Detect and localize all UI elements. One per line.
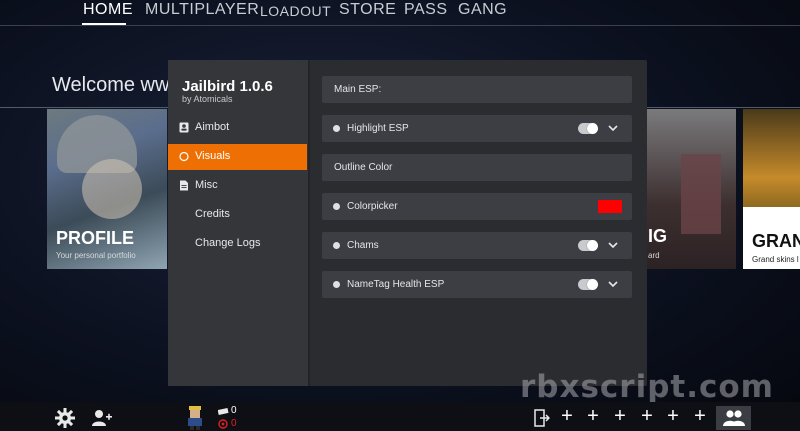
bounty-icon	[218, 419, 228, 429]
toggle-knob	[587, 279, 598, 290]
colorpicker-row[interactable]: Colorpicker	[322, 193, 632, 220]
color-swatch[interactable]	[598, 200, 622, 213]
circle-icon	[179, 151, 189, 162]
add-slot-button[interactable]: +	[662, 406, 684, 428]
add-slot-button[interactable]: +	[582, 406, 604, 428]
welcome-text: Welcome wwe	[52, 74, 181, 96]
row-label: Outline Color	[334, 162, 393, 173]
add-slot-button[interactable]: +	[636, 406, 658, 428]
profile-card-title: PROFILE	[56, 228, 135, 248]
highlight-esp-row[interactable]: Highlight ESP	[322, 115, 632, 142]
chams-toggle[interactable]	[578, 240, 598, 251]
nav-gang[interactable]: GANG	[458, 1, 507, 19]
gear-icon[interactable]	[54, 407, 76, 429]
profile-card-subtitle: Your personal portfolio	[56, 251, 136, 260]
sidebar-item-label: Aimbot	[195, 121, 230, 133]
nav-loadout[interactable]: LOADOUT	[260, 3, 331, 19]
store-card-image	[681, 154, 721, 234]
nav-home[interactable]: HOME	[83, 1, 133, 19]
grand-card-title: GRAN	[752, 231, 800, 251]
bullet-icon	[333, 281, 340, 288]
nav-divider	[0, 25, 800, 26]
sidebar-item-credits[interactable]: Credits	[168, 202, 307, 228]
sidebar-item-misc[interactable]: Misc	[168, 173, 307, 199]
store-card-title: IG	[648, 226, 668, 246]
cash-icon	[218, 408, 229, 415]
highlight-esp-toggle[interactable]	[578, 123, 598, 134]
bullet-icon	[333, 125, 340, 132]
add-friend-icon[interactable]	[92, 408, 112, 428]
jailbird-gui-window: Jailbird 1.0.6 by Atomicals Aimbot Visua…	[168, 60, 647, 386]
grand-card-image	[743, 109, 800, 207]
sidebar-item-aimbot[interactable]: Aimbot	[168, 115, 307, 141]
gui-divider	[308, 60, 310, 386]
document-icon	[180, 180, 188, 191]
section-header-main-esp: Main ESP:	[322, 76, 632, 103]
cash-value: 0	[231, 405, 237, 416]
bullet-icon	[333, 242, 340, 249]
watermark: rbxscript.com	[520, 369, 774, 405]
add-slot-button[interactable]: +	[556, 406, 578, 428]
section-header-outline-color: Outline Color	[322, 154, 632, 181]
chams-row[interactable]: Chams	[322, 232, 632, 259]
add-slot-button[interactable]: +	[609, 406, 631, 428]
gui-title: Jailbird 1.0.6	[182, 78, 273, 95]
sidebar-item-label: Credits	[195, 208, 230, 220]
soldier-face-image	[82, 159, 142, 219]
row-label: Colorpicker	[347, 201, 398, 212]
nav-pass[interactable]: PASS	[404, 1, 448, 19]
exit-icon[interactable]	[534, 409, 550, 427]
sidebar-item-label: Visuals	[195, 150, 231, 162]
chevron-down-icon[interactable]	[607, 122, 619, 134]
bounty-value: 0	[231, 418, 237, 429]
top-navigation: HOME MULTIPLAYER LOADOUT STORE PASS GANG	[0, 0, 800, 26]
chevron-down-icon[interactable]	[607, 278, 619, 290]
group-icon	[723, 410, 745, 426]
add-slot-button[interactable]: +	[689, 406, 711, 428]
gui-subtitle: by Atomicals	[182, 94, 233, 104]
team-button[interactable]	[716, 406, 751, 430]
row-label: Chams	[347, 240, 379, 251]
store-card-subtitle: ard	[648, 251, 660, 260]
sidebar-item-label: Change Logs	[195, 237, 261, 249]
row-label: Highlight ESP	[347, 123, 409, 134]
sidebar-item-label: Misc	[195, 179, 218, 191]
toggle-knob	[587, 240, 598, 251]
nav-store[interactable]: STORE	[339, 1, 396, 19]
store-card[interactable]: IG ard	[646, 109, 736, 269]
sidebar-item-change-logs[interactable]: Change Logs	[168, 231, 307, 257]
player-avatar[interactable]	[185, 406, 205, 430]
gui-sidebar: Jailbird 1.0.6 by Atomicals Aimbot Visua…	[168, 60, 308, 386]
sidebar-item-visuals[interactable]: Visuals	[168, 144, 307, 170]
row-label: NameTag Health ESP	[347, 279, 445, 290]
row-label: Main ESP:	[334, 84, 382, 95]
bullet-icon	[333, 203, 340, 210]
nav-multiplayer[interactable]: MULTIPLAYER	[145, 1, 259, 19]
grand-card[interactable]: GRAN Grand skins l	[743, 109, 800, 269]
toggle-knob	[587, 123, 598, 134]
profile-card[interactable]: PROFILE Your personal portfolio	[47, 109, 167, 269]
grand-card-subtitle: Grand skins l	[752, 255, 799, 264]
nametag-health-esp-row[interactable]: NameTag Health ESP	[322, 271, 632, 298]
game-screen: HOME MULTIPLAYER LOADOUT STORE PASS GANG…	[0, 0, 800, 431]
nametag-health-esp-toggle[interactable]	[578, 279, 598, 290]
user-card-icon	[179, 122, 189, 133]
chevron-down-icon[interactable]	[607, 239, 619, 251]
